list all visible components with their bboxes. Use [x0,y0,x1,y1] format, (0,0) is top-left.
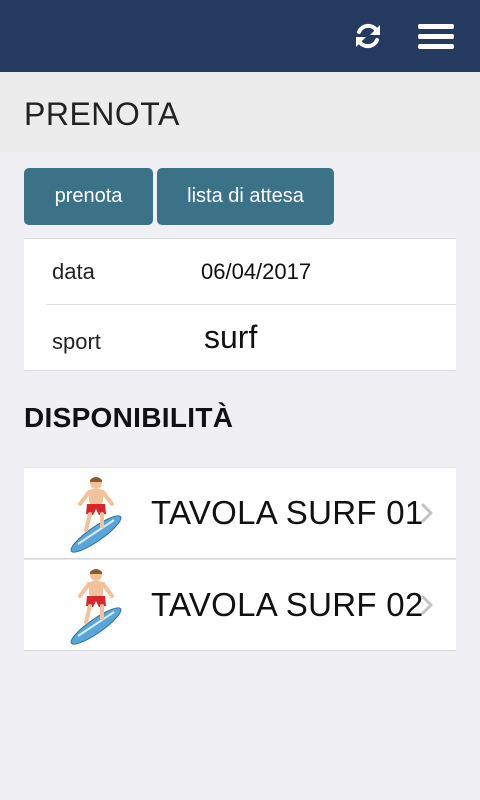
sport-row[interactable]: sport surf [24,305,456,370]
prenota-button[interactable]: prenota [24,168,153,225]
item-label: TAVOLA SURF 01 [151,494,424,531]
list-item[interactable]: TAVOLA SURF 01 [24,467,456,559]
refresh-button[interactable] [350,18,386,54]
refresh-icon [356,23,380,49]
menu-button[interactable] [412,18,460,54]
hamburger-menu-icon [418,44,454,49]
date-row[interactable]: data 06/04/2017 [24,239,456,305]
availability-heading: DISPONIBILITÀ [24,402,234,433]
title-bar: PRENOTA [0,72,480,152]
sport-label: sport [52,329,101,354]
hamburger-menu-icon [418,24,454,29]
date-label: data [52,259,95,284]
surfer-icon [70,569,122,645]
date-value: 06/04/2017 [201,259,312,284]
chevron-right-icon [421,595,433,615]
hamburger-menu-icon [418,34,454,39]
page-title: PRENOTA [24,96,180,132]
list-item[interactable]: TAVOLA SURF 02 [24,559,456,651]
surfer-icon [70,477,122,553]
sport-value: surf [204,319,258,355]
top-app-bar [0,0,480,72]
waiting-list-button[interactable]: lista di attesa [157,168,334,225]
booking-info-card: data 06/04/2017 sport surf [24,238,456,371]
chevron-right-icon [421,503,433,523]
item-label: TAVOLA SURF 02 [151,586,424,623]
